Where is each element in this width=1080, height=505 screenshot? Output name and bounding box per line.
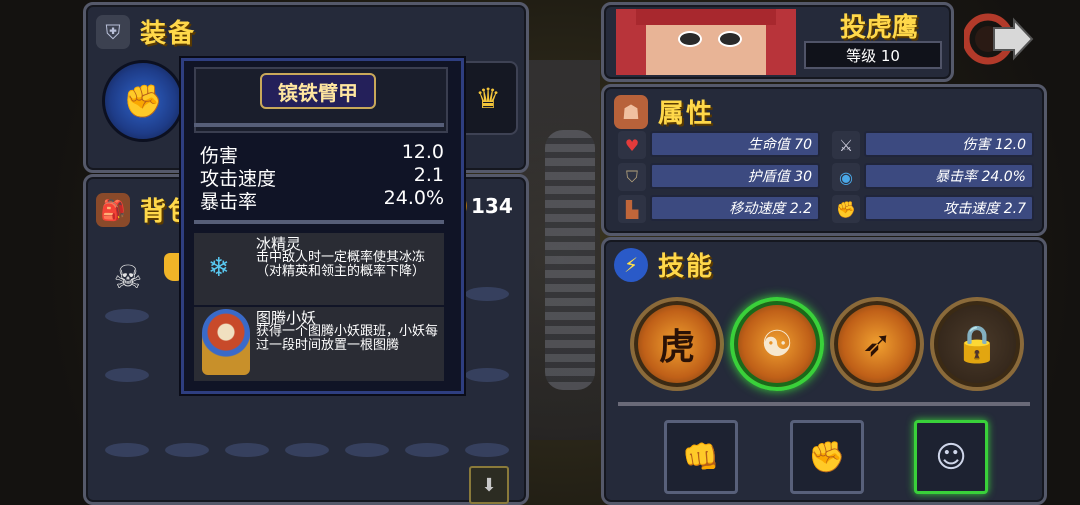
empty-slot[interactable] [165,443,209,457]
background-hero-sprite [545,130,595,390]
attribute-damage: 伤害 12.0 [864,131,1034,157]
golden-pet-icon: ♛ [475,81,501,115]
empty-slot[interactable] [105,368,149,382]
totem-imp-icon [202,309,250,375]
level-label: 等级 10 [846,46,900,65]
attribute-hp: 生命值 70 [650,131,820,157]
fist-plus-icon: ✊ [808,439,846,475]
body-icon: ☗ [614,94,648,129]
portrait-eye-left [678,31,702,47]
skills-divider [618,402,1030,406]
portrait-bangs [636,9,776,25]
eye-icon: ◉ [832,163,860,191]
effect-desc: 获得一个图腾小妖跟班，小妖每过一段时间放置一根图腾 [256,324,439,353]
portrait-eye-right [718,31,742,47]
empty-slot[interactable] [105,309,149,323]
skill-dash[interactable]: ➶ [830,297,924,391]
item-name-banner: 镔铁臂甲 [260,73,376,109]
empty-slot[interactable] [465,287,509,301]
empty-slot[interactable] [465,368,509,382]
empty-slot[interactable] [285,443,329,457]
equipment-slot[interactable]: ♛ [458,61,518,135]
armor-icon: ⛨ [96,14,130,49]
fanged-mask-icon: ☠ [113,258,143,296]
stat-value-attack-speed: 2.1 [413,164,444,186]
tiger-glyph: 虎 [658,327,695,368]
padlock-icon: 🔒 [954,324,1000,365]
effect-desc: 击中敌人时一定概率使其冰冻（对精英和领主的概率下降） [256,250,426,279]
skill-tiger[interactable]: 虎 [630,297,724,391]
sword-icon: ⚔ [832,131,860,159]
boot-icon: ▙ [618,195,646,223]
ability-button-punch[interactable]: 👊 [664,420,738,494]
back-arrow-icon [964,13,1034,65]
item-name: 镔铁臂甲 [278,80,358,105]
drop-item-button[interactable]: ⬇ [469,466,509,504]
heart-icon: ♥ [618,131,646,159]
stat-value-damage: 12.0 [401,141,444,163]
attributes-title: 属性 [658,99,715,129]
attributes-panel: ☗ 属性 ♥ 生命值 70 ⚔ 伤害 12.0 ⛉ 护盾值 30 ◉ 暴击率 2… [601,84,1047,236]
empty-slot[interactable] [105,443,149,457]
attribute-shield: 护盾值 30 [650,163,820,189]
stance-figure-icon: ☺ [935,439,967,475]
level-badge: 等级 10 [804,41,942,69]
attribute-move-speed: 移动速度 2.2 [650,195,820,221]
punch-icon: 👊 [682,439,720,475]
skills-header: ⚡ 技能 [614,246,714,283]
lightning-icon: ⚡ [614,247,648,282]
skills-title: 技能 [658,252,715,282]
empty-slot[interactable] [345,443,389,457]
attribute-attack-speed: 攻击速度 2.7 [864,195,1034,221]
backpack-item-mask[interactable]: ☠ [106,255,150,299]
attributes-header: ☗ 属性 [614,93,714,130]
skills-panel: ⚡ 技能 虎 ☯ ➶ 🔒 👊 ✊ ☺ [601,237,1047,505]
empty-slot[interactable] [405,443,449,457]
attribute-crit: 暴击率 24.0% [864,163,1034,189]
stat-value-crit: 24.0% [383,187,444,209]
divider [194,220,444,224]
empty-slot[interactable] [225,443,269,457]
equipment-title: 装备 [140,19,197,49]
ability-button-fist-plus[interactable]: ✊ [790,420,864,494]
ability-button-stance[interactable]: ☺ [914,420,988,494]
character-name: 投虎鹰 [839,13,918,43]
down-arrow-icon: ⬇ [481,474,497,496]
gauntlet-icon: ✊ [123,82,163,120]
character-portrait [616,9,796,75]
equipment-header: ⛨ 装备 [96,13,196,50]
shield-icon: ⛉ [618,163,646,191]
effect-totem-imp: 图腾小妖 获得一个图腾小妖跟班，小妖每过一段时间放置一根图腾 [194,307,444,381]
character-panel: 投虎鹰 等级 10 [601,2,954,82]
dash-figure-icon: ➶ [861,323,893,365]
divider [194,123,444,127]
equipped-gauntlet-slot[interactable]: ✊ [102,60,184,142]
skill-locked[interactable]: 🔒 [930,297,1024,391]
skill-stance-selected[interactable]: ☯ [730,297,824,391]
martial-stance-icon: ☯ [760,323,794,365]
empty-slot[interactable] [465,443,509,457]
stat-label-crit: 暴击率 [200,191,258,213]
fist-icon: ✊ [832,195,860,223]
backpack-icon: 🎒 [96,192,130,227]
ice-sprite-icon: ❄ [208,253,230,283]
gold-amount: 134 [471,194,513,218]
item-tooltip: 镔铁臂甲 伤害 12.0 攻击速度 2.1 暴击率 24.0% ❄ 冰精灵 击中… [181,58,464,394]
back-button[interactable] [963,8,1035,70]
effect-ice-sprite: ❄ 冰精灵 击中敌人时一定概率使其冰冻（对精英和领主的概率下降） [194,233,444,305]
